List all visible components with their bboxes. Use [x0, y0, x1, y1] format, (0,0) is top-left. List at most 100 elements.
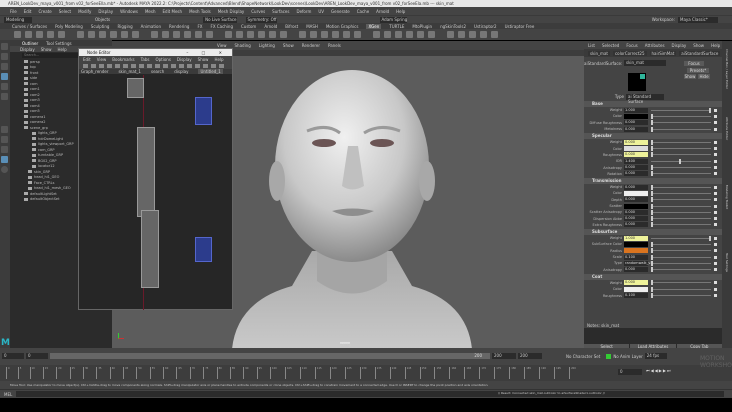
color-swatch[interactable] [624, 190, 648, 196]
symmetry-dropdown[interactable]: Symmetry: Off [245, 16, 277, 23]
shelf-tool-icon[interactable] [332, 31, 339, 38]
ae-menu-item[interactable]: Attributes [645, 43, 665, 48]
map-button-icon[interactable] [714, 121, 717, 125]
shelf-tool-icon[interactable] [269, 31, 276, 38]
ae-menu-item[interactable]: Focus [626, 43, 637, 48]
camera-dropdown[interactable]: Adam Spring [379, 16, 408, 23]
menu-mesh[interactable]: Mesh [145, 9, 156, 14]
single-pane-icon[interactable] [1, 126, 8, 133]
attribute-slider[interactable] [651, 126, 711, 132]
node-editor-tool-icon[interactable] [179, 63, 184, 68]
node-name-field[interactable]: skin_mat [624, 60, 666, 66]
shelf-tab[interactable]: TURTLE [389, 24, 404, 29]
map-button-icon[interactable] [714, 198, 717, 202]
map-button-icon[interactable] [714, 223, 717, 227]
attribute-value-field[interactable]: randomwalk_v2 [624, 260, 653, 266]
shelf-tab[interactable]: Sculpting [91, 24, 110, 29]
ae-tab[interactable]: colorCorrect25 [612, 50, 647, 56]
node-editor-tab[interactable]: Untitled_1 [198, 69, 223, 74]
map-button-icon[interactable] [714, 204, 717, 208]
move-tool-icon[interactable] [1, 73, 8, 80]
attribute-value-field[interactable]: 0.100 [624, 254, 648, 260]
command-input[interactable] [16, 391, 496, 397]
shelf-tool-icon[interactable] [173, 31, 180, 38]
attribute-value-field[interactable]: 0.000 [624, 267, 648, 273]
attribute-value-field[interactable]: 0.000 [624, 209, 648, 215]
node-editor-tool-icon[interactable] [83, 63, 88, 68]
shelf-tool-icon[interactable] [162, 31, 169, 38]
shelf-tool-icon[interactable] [406, 31, 413, 38]
shelf-tool-icon[interactable] [195, 31, 202, 38]
ae-tab[interactable]: aiStandardSurface [679, 50, 721, 56]
map-button-icon[interactable] [714, 153, 717, 157]
select-tool-icon[interactable] [1, 43, 8, 50]
side-tab[interactable]: Channel Box / Layer Editor [722, 49, 729, 109]
shelf-tool-icon[interactable] [110, 31, 117, 38]
hide-button[interactable]: Hide [698, 73, 710, 79]
menu-windows[interactable]: Windows [120, 9, 138, 14]
shelf-tool-icon[interactable] [480, 31, 487, 38]
color-swatch[interactable] [624, 241, 648, 247]
attribute-slider[interactable] [651, 293, 711, 299]
side-tab[interactable]: Tool Settings [722, 253, 729, 313]
rotate-tool-icon[interactable] [1, 83, 8, 90]
graph-node[interactable] [195, 237, 212, 262]
menu-display[interactable]: Display [20, 47, 35, 52]
shelf-tool-icon[interactable] [354, 31, 361, 38]
attribute-slider[interactable] [651, 152, 711, 158]
node-editor-option[interactable]: skin_mat_1 [118, 69, 141, 74]
node-editor-option[interactable]: Graph_render [81, 69, 108, 74]
fps-dropdown[interactable]: 24 fps [644, 353, 667, 359]
shelf-tool-icon[interactable] [77, 31, 84, 38]
shelf-tool-icon[interactable] [428, 31, 435, 38]
shelf-tab[interactable]: Animation [141, 24, 161, 29]
menu-arnold[interactable]: Arnold [376, 9, 389, 14]
ae-menu-item[interactable]: Help [711, 43, 720, 48]
lasso-tool-icon[interactable] [1, 53, 8, 60]
color-swatch[interactable] [624, 203, 648, 209]
menu-generate[interactable]: Generate [331, 9, 350, 14]
shelf-tool-icon[interactable] [258, 31, 265, 38]
color-swatch[interactable] [624, 146, 648, 152]
ae-menu-item[interactable]: Selected [602, 43, 619, 48]
ae-tab[interactable]: skin_mat [588, 50, 610, 56]
attribute-slider[interactable] [651, 203, 711, 209]
shelf-tool-icon[interactable] [184, 31, 191, 38]
window-controls[interactable]: – □ ✕ [186, 50, 228, 55]
start-time-field[interactable]: 0 [2, 353, 24, 359]
node-editor-tool-icon[interactable] [171, 63, 176, 68]
color-swatch[interactable] [624, 248, 648, 254]
graph-node[interactable] [127, 78, 144, 98]
shelf-tool-icon[interactable] [99, 31, 106, 38]
map-button-icon[interactable] [714, 281, 717, 285]
shelf-tab[interactable]: Ustiraptor2 [474, 24, 497, 29]
shelf-tool-icon[interactable] [280, 31, 287, 38]
attribute-value-field[interactable]: 0.000 [624, 222, 648, 228]
attribute-value-field[interactable]: 1.000 [624, 235, 648, 241]
menu-show[interactable]: Show [41, 47, 52, 52]
node-editor-option[interactable]: display [174, 69, 188, 74]
viewport-menu-item[interactable]: Shading [235, 43, 251, 48]
shelf-tab[interactable]: MtoPlugin [412, 24, 432, 29]
menu-select[interactable]: Select [59, 9, 71, 14]
shelf-tool-icon[interactable] [458, 31, 465, 38]
map-button-icon[interactable] [714, 127, 717, 131]
menu-help[interactable]: Help [396, 9, 405, 14]
attribute-value-field[interactable]: 0.000 [624, 280, 648, 286]
attribute-value-field[interactable]: 0.000 [624, 165, 648, 171]
attribute-value-field[interactable]: 0.000 [624, 139, 648, 145]
attribute-slider[interactable] [651, 139, 711, 145]
attribute-slider[interactable] [651, 184, 711, 190]
color-swatch[interactable] [624, 286, 648, 292]
shelf-tab[interactable]: FX Caching [211, 24, 233, 29]
shelf-tool-icon[interactable] [132, 31, 139, 38]
shelf-tool-icon[interactable] [151, 31, 158, 38]
map-button-icon[interactable] [714, 249, 717, 253]
character-set-dropdown[interactable]: No Character Set [566, 354, 600, 359]
map-button-icon[interactable] [714, 236, 717, 240]
objects-selector[interactable]: Objects [95, 17, 110, 22]
attribute-slider[interactable] [651, 216, 711, 222]
attribute-value-field[interactable]: 0.000 [624, 197, 648, 203]
presets-button[interactable]: Presets* [687, 67, 709, 73]
map-button-icon[interactable] [714, 255, 717, 259]
